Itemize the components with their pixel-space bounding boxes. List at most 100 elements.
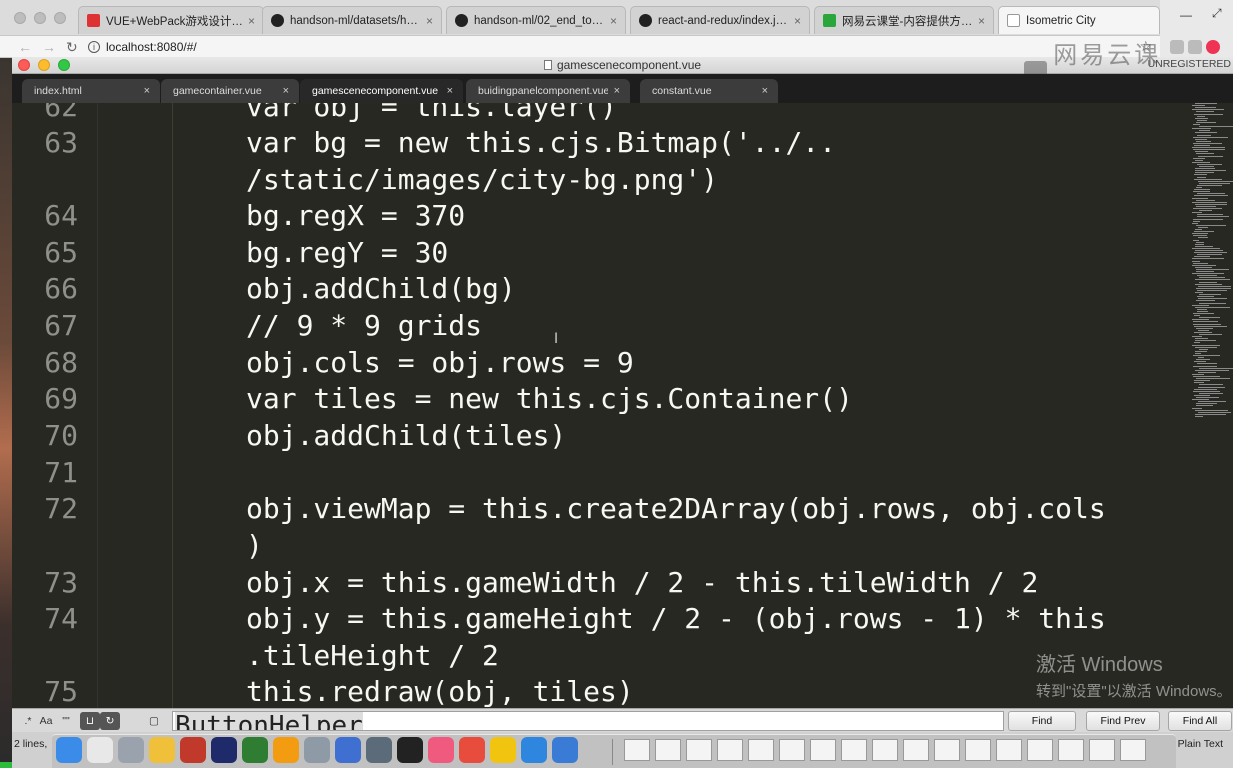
- minimap-line: [1194, 342, 1200, 344]
- close-tab-icon[interactable]: ×: [610, 14, 617, 28]
- minimap-line: [1192, 336, 1202, 338]
- dock-app-icon[interactable]: [180, 737, 206, 763]
- dock-app-icon[interactable]: [273, 737, 299, 763]
- browser-tab[interactable]: react-and-redux/index.js at ×: [630, 6, 810, 34]
- forward-arrow-icon[interactable]: →: [42, 39, 56, 55]
- dock-window-thumbnail[interactable]: [810, 739, 836, 761]
- close-tab-icon[interactable]: ×: [447, 85, 453, 97]
- dock-app-icon[interactable]: [56, 737, 82, 763]
- dock-window-thumbnail[interactable]: [717, 739, 743, 761]
- star-icon[interactable]: ☆: [1139, 38, 1152, 55]
- dock-window-thumbnail[interactable]: [1027, 739, 1053, 761]
- browser-tab[interactable]: handson-ml/02_end_to_end ×: [446, 6, 626, 34]
- wrap-toggle[interactable]: ↻: [100, 712, 120, 730]
- find-button[interactable]: Find: [1008, 711, 1076, 731]
- minimap-line: [1197, 275, 1217, 277]
- dock-window-thumbnail[interactable]: [903, 739, 929, 761]
- dock-app-icon[interactable]: [521, 737, 547, 763]
- editor-tab[interactable]: index.html ×: [22, 79, 160, 103]
- whole-word-toggle[interactable]: "": [56, 712, 76, 730]
- back-arrow-icon[interactable]: ←: [18, 39, 32, 55]
- maximize-window-button[interactable]: [54, 12, 66, 24]
- minimap-line: [1193, 355, 1220, 356]
- close-tab-icon[interactable]: ×: [978, 14, 985, 28]
- dock-window-thumbnail[interactable]: [934, 739, 960, 761]
- dock-window-thumbnail[interactable]: [872, 739, 898, 761]
- browser-tab[interactable]: VUE+WebPack游戏设计：欲 ×: [78, 6, 264, 34]
- reload-icon[interactable]: ↻: [66, 39, 78, 56]
- close-tab-icon[interactable]: ×: [283, 85, 289, 97]
- find-all-button[interactable]: Find All: [1168, 711, 1232, 731]
- syntax-mode[interactable]: Plain Text: [1178, 738, 1223, 750]
- address-bar[interactable]: i localhost:8080/#/: [88, 38, 1133, 56]
- dock-app-icon[interactable]: [211, 737, 237, 763]
- minimap-line: [1196, 205, 1216, 207]
- in-selection-toggle[interactable]: ⊔: [80, 712, 100, 730]
- dock-window-thumbnail[interactable]: [1089, 739, 1115, 761]
- minimap-line: [1195, 168, 1215, 170]
- dock-window-thumbnail[interactable]: [686, 739, 712, 761]
- code-editor[interactable]: 62 var obj = this.layer() 63 var bg = ne…: [12, 103, 1233, 708]
- browser-tab[interactable]: handson-ml/datasets/housi ×: [262, 6, 442, 34]
- browser-tab[interactable]: 网易云课堂-内容提供方管理后 ×: [814, 6, 994, 34]
- close-tab-icon[interactable]: ×: [426, 14, 433, 28]
- dock-window-thumbnail[interactable]: [624, 739, 650, 761]
- dock-app-icon[interactable]: [428, 737, 454, 763]
- dock-app-icon[interactable]: [490, 737, 516, 763]
- close-tab-icon[interactable]: ×: [762, 85, 768, 97]
- close-tab-icon[interactable]: ×: [794, 14, 801, 28]
- editor-tab-active[interactable]: gamescenecomponent.vue ×: [300, 79, 463, 103]
- minimap-line: [1192, 264, 1216, 266]
- find-input[interactable]: ButtonHelper: [172, 711, 1004, 731]
- dock-window-thumbnail[interactable]: [841, 739, 867, 761]
- minimap-line: [1198, 180, 1233, 182]
- dock-window-thumbnail[interactable]: [655, 739, 681, 761]
- extension-icon[interactable]: [1206, 40, 1220, 54]
- dock-window-thumbnail[interactable]: [1120, 739, 1146, 761]
- browser-tab-label: react-and-redux/index.js at: [658, 14, 790, 27]
- regex-toggle[interactable]: .*: [18, 712, 38, 730]
- info-icon[interactable]: i: [88, 41, 100, 53]
- minimap[interactable]: [1188, 103, 1233, 433]
- minimap-line: [1197, 193, 1225, 195]
- dock-app-icon[interactable]: [304, 737, 330, 763]
- browser-tab-active[interactable]: Isometric City: [998, 6, 1160, 34]
- extension-icon[interactable]: [1188, 40, 1202, 54]
- minimize-window-button[interactable]: [34, 12, 46, 24]
- dock-app-icon[interactable]: [149, 737, 175, 763]
- dock-app-icon[interactable]: [397, 737, 423, 763]
- dock-app-icon[interactable]: [118, 737, 144, 763]
- minimap-line: [1199, 384, 1223, 386]
- find-panel: .* Aa "" ⊔ ↻ ▢ ButtonHelper Find Find Pr…: [12, 708, 1233, 732]
- minimap-line: [1192, 344, 1220, 346]
- close-tab-icon[interactable]: ×: [614, 85, 620, 97]
- dock-app-icon[interactable]: [87, 737, 113, 763]
- dock-app-icon[interactable]: [366, 737, 392, 763]
- find-prev-button[interactable]: Find Prev: [1086, 711, 1160, 731]
- dock-window-thumbnail[interactable]: [996, 739, 1022, 761]
- editor-tab[interactable]: buidingpanelcomponent.vue ×: [466, 79, 630, 103]
- dock-window-thumbnail[interactable]: [965, 739, 991, 761]
- minimap-line: [1194, 195, 1228, 197]
- highlight-matches-toggle[interactable]: ▢: [144, 712, 164, 730]
- dock-window-thumbnail[interactable]: [1058, 739, 1084, 761]
- dock-app-icon[interactable]: [335, 737, 361, 763]
- dock-app-icon[interactable]: [242, 737, 268, 763]
- case-sensitive-toggle[interactable]: Aa: [36, 712, 56, 730]
- close-tab-icon[interactable]: ×: [248, 14, 255, 28]
- dock-app-icon[interactable]: [459, 737, 485, 763]
- maximize-icon[interactable]: ⤢: [1212, 6, 1222, 21]
- dock-app-icon[interactable]: [552, 737, 578, 763]
- close-window-button[interactable]: [14, 12, 26, 24]
- line-number: 66: [44, 272, 78, 305]
- minimap-line: [1198, 237, 1208, 239]
- dock-window-thumbnail[interactable]: [748, 739, 774, 761]
- editor-tab[interactable]: constant.vue ×: [640, 79, 778, 103]
- minimap-line: [1197, 119, 1207, 121]
- minimize-icon[interactable]: —: [1180, 8, 1192, 22]
- dock-window-thumbnail[interactable]: [779, 739, 805, 761]
- extension-icon[interactable]: [1170, 40, 1184, 54]
- close-tab-icon[interactable]: ×: [144, 85, 150, 97]
- editor-tab[interactable]: gamecontainer.vue ×: [161, 79, 299, 103]
- minimap-line: [1194, 315, 1200, 317]
